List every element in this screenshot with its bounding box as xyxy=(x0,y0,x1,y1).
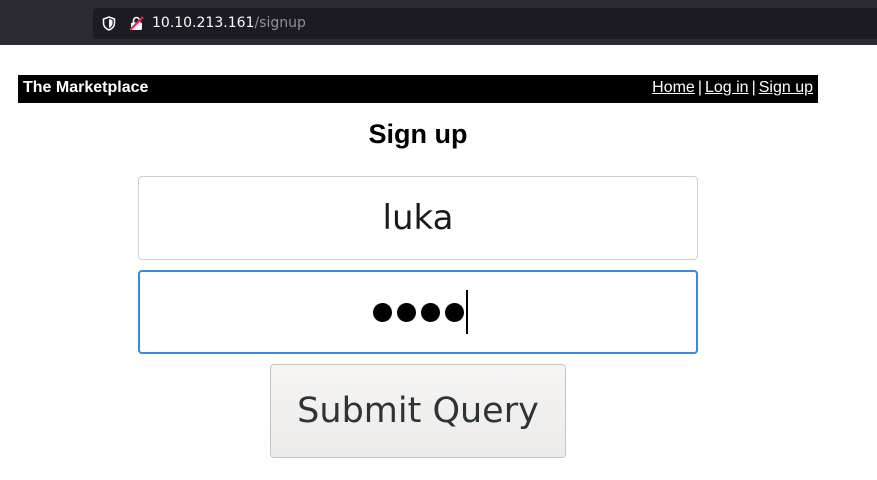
insecure-lock-icon[interactable] xyxy=(129,16,144,31)
password-dot xyxy=(396,302,416,322)
password-dot xyxy=(420,302,440,322)
site-title: The Marketplace xyxy=(23,79,149,96)
page-title: Sign up xyxy=(368,119,468,149)
url-text[interactable]: 10.10.213.161/signup xyxy=(152,15,306,32)
password-dot xyxy=(444,302,464,322)
site-header: The Marketplace Home | Log in | Sign up xyxy=(18,75,818,103)
password-dot xyxy=(372,302,392,322)
nav-link-login[interactable]: Log in xyxy=(705,79,749,96)
password-input[interactable] xyxy=(138,270,698,354)
url-path: /signup xyxy=(254,15,306,31)
username-input[interactable]: luka xyxy=(138,176,698,260)
text-caret xyxy=(465,290,468,334)
nav-link-signup[interactable]: Sign up xyxy=(759,79,813,96)
submit-button[interactable]: Submit Query xyxy=(270,364,566,458)
browser-toolbar: 10.10.213.161/signup xyxy=(0,0,877,45)
nav-separator: | xyxy=(751,79,756,96)
password-mask xyxy=(372,302,464,322)
url-host: 10.10.213.161 xyxy=(152,15,255,31)
nav-links: Home | Log in | Sign up xyxy=(652,79,813,97)
nav-link-home[interactable]: Home xyxy=(652,79,695,96)
nav-separator: | xyxy=(697,79,702,96)
address-bar[interactable]: 10.10.213.161/signup xyxy=(93,8,877,39)
shield-icon[interactable] xyxy=(102,16,116,31)
